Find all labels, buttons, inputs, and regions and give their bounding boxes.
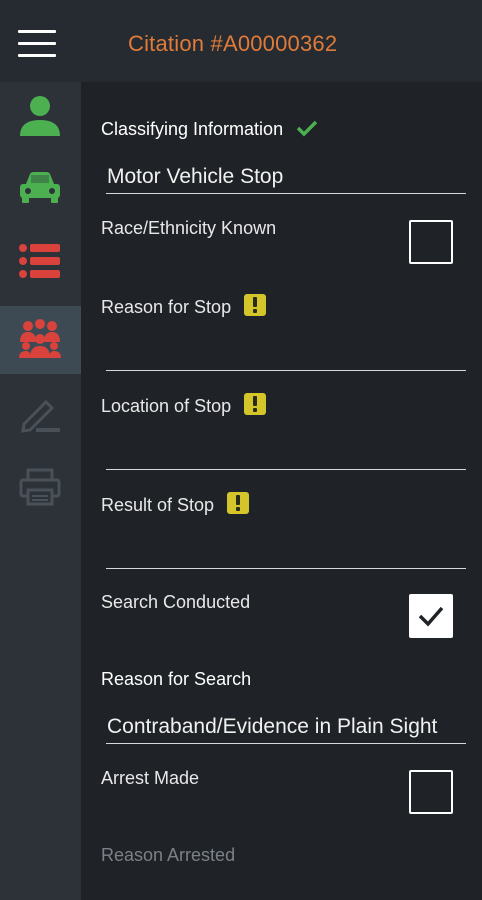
warning-icon — [244, 294, 267, 316]
location-stop-label: Location of Stop — [101, 396, 232, 416]
sidebar — [0, 82, 81, 900]
person-icon — [20, 96, 60, 136]
classifying-info-label: Classifying Information — [101, 119, 284, 139]
result-stop-row: Result of Stop — [101, 492, 250, 516]
sidebar-item-list[interactable] — [0, 228, 81, 296]
arrest-made-checkbox[interactable] — [409, 770, 453, 814]
car-icon — [20, 172, 60, 203]
arrest-made-label: Arrest Made — [101, 768, 200, 788]
race-ethnicity-label: Race/Ethnicity Known — [101, 218, 277, 238]
warning-icon — [227, 492, 250, 514]
location-stop-row: Location of Stop — [101, 393, 267, 417]
hamburger-menu-icon[interactable] — [18, 30, 56, 58]
sidebar-item-sign[interactable] — [0, 380, 81, 448]
sidebar-item-vehicle[interactable] — [0, 154, 81, 222]
reason-search-label: Reason for Search — [101, 669, 252, 689]
citation-form: Classifying Information Motor Vehicle St… — [81, 82, 482, 900]
checkmark-icon — [418, 606, 444, 627]
reason-stop-label: Reason for Stop — [101, 297, 232, 317]
warning-icon — [244, 393, 267, 415]
race-ethnicity-checkbox[interactable] — [409, 220, 453, 264]
pencil-sign-icon — [21, 399, 60, 433]
sidebar-item-print[interactable] — [0, 454, 81, 522]
check-icon — [296, 120, 318, 137]
reason-stop-row: Reason for Stop — [101, 294, 267, 318]
list-icon — [19, 244, 60, 278]
classifying-info-row: Classifying Information — [101, 119, 318, 140]
reason-stop-field[interactable] — [106, 337, 466, 371]
classifying-info-field[interactable]: Motor Vehicle Stop — [106, 160, 466, 194]
group-icon — [19, 319, 61, 358]
page-title: Citation #A00000362 — [128, 31, 338, 56]
location-stop-field[interactable] — [106, 436, 466, 470]
app-header: Citation #A00000362 — [0, 0, 482, 82]
search-conducted-checkbox[interactable] — [409, 594, 453, 638]
search-conducted-label: Search Conducted — [101, 592, 251, 612]
result-stop-label: Result of Stop — [101, 495, 215, 515]
reason-search-field[interactable]: Contraband/Evidence in Plain Sight — [106, 710, 466, 744]
reason-arrested-label: Reason Arrested — [101, 845, 236, 865]
result-stop-field[interactable] — [106, 535, 466, 569]
sidebar-item-group[interactable] — [0, 306, 81, 374]
sidebar-item-person[interactable] — [0, 82, 81, 150]
printer-icon — [19, 468, 61, 506]
